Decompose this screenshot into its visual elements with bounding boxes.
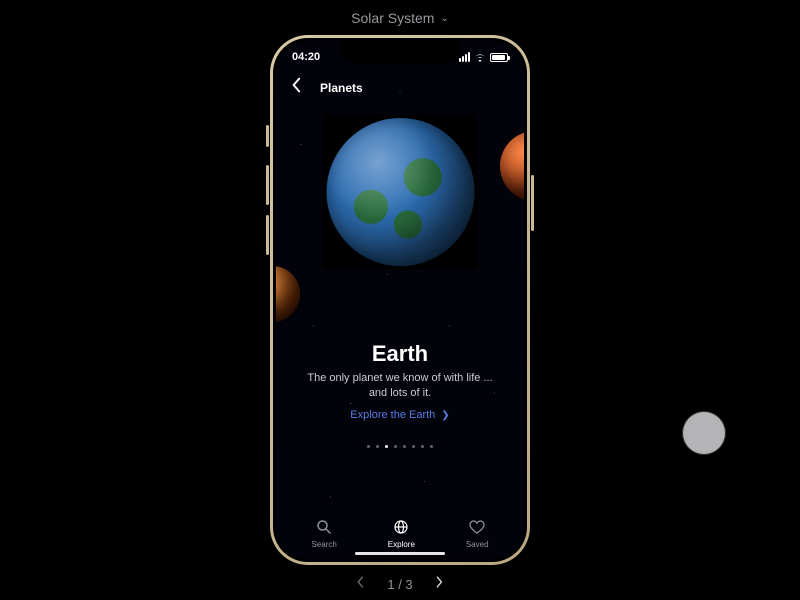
- carousel-dot[interactable]: [376, 445, 379, 448]
- tab-label: Saved: [466, 540, 489, 549]
- carousel-dot[interactable]: [430, 445, 433, 448]
- home-indicator[interactable]: [355, 552, 445, 555]
- app-header: Planets: [276, 77, 524, 98]
- featured-planet-image[interactable]: [323, 114, 478, 269]
- phone-mute-switch: [266, 125, 269, 147]
- collection-dropdown[interactable]: Solar System ⌄: [351, 10, 449, 26]
- tab-label: Explore: [388, 540, 415, 549]
- venus-icon: [276, 266, 300, 322]
- app-screen: 04:20 Planets: [276, 41, 524, 559]
- pager-label: 1 / 3: [387, 577, 412, 592]
- planet-description: The only planet we know of with life ...…: [276, 371, 524, 401]
- signal-icon: [459, 52, 470, 62]
- phone-volume-up: [266, 165, 269, 205]
- explore-link[interactable]: Explore the Earth ❯: [276, 409, 524, 421]
- back-button[interactable]: [290, 77, 302, 98]
- phone-volume-down: [266, 215, 269, 255]
- search-icon: [314, 517, 334, 537]
- earth-icon: [326, 118, 474, 266]
- collection-label: Solar System: [351, 10, 434, 26]
- device-mockup: 04:20 Planets: [270, 35, 530, 565]
- chevron-right-icon: ❯: [441, 410, 449, 421]
- tab-explore[interactable]: Explore: [388, 517, 415, 549]
- carousel-dot[interactable]: [421, 445, 424, 448]
- slide-pager: 1 / 3: [355, 575, 444, 594]
- annotation-marker[interactable]: [683, 412, 725, 454]
- phone-notch: [340, 41, 460, 63]
- carousel-dot[interactable]: [394, 445, 397, 448]
- planet-name: Earth: [276, 341, 524, 367]
- carousel-dots[interactable]: [276, 445, 524, 448]
- next-planet-peek[interactable]: [500, 131, 524, 201]
- globe-icon: [391, 517, 411, 537]
- carousel-dot[interactable]: [367, 445, 370, 448]
- battery-icon: [490, 53, 508, 62]
- pager-next[interactable]: [435, 575, 445, 594]
- carousel-dot[interactable]: [412, 445, 415, 448]
- prev-planet-peek[interactable]: [276, 266, 300, 322]
- tab-bar: Search Explore Saved: [276, 517, 524, 549]
- explore-link-label: Explore the Earth: [350, 409, 435, 421]
- tab-search[interactable]: Search: [311, 517, 336, 549]
- status-time: 04:20: [292, 51, 320, 63]
- wifi-icon: [474, 53, 486, 62]
- phone-power-button: [531, 175, 534, 231]
- carousel-dot[interactable]: [403, 445, 406, 448]
- carousel-dot[interactable]: [385, 445, 388, 448]
- tab-label: Search: [311, 540, 336, 549]
- mars-icon: [500, 131, 524, 201]
- heart-icon: [467, 517, 487, 537]
- chevron-down-icon: ⌄: [440, 13, 448, 24]
- tab-saved[interactable]: Saved: [466, 517, 489, 549]
- screen-title: Planets: [320, 81, 363, 95]
- pager-prev[interactable]: [355, 575, 365, 594]
